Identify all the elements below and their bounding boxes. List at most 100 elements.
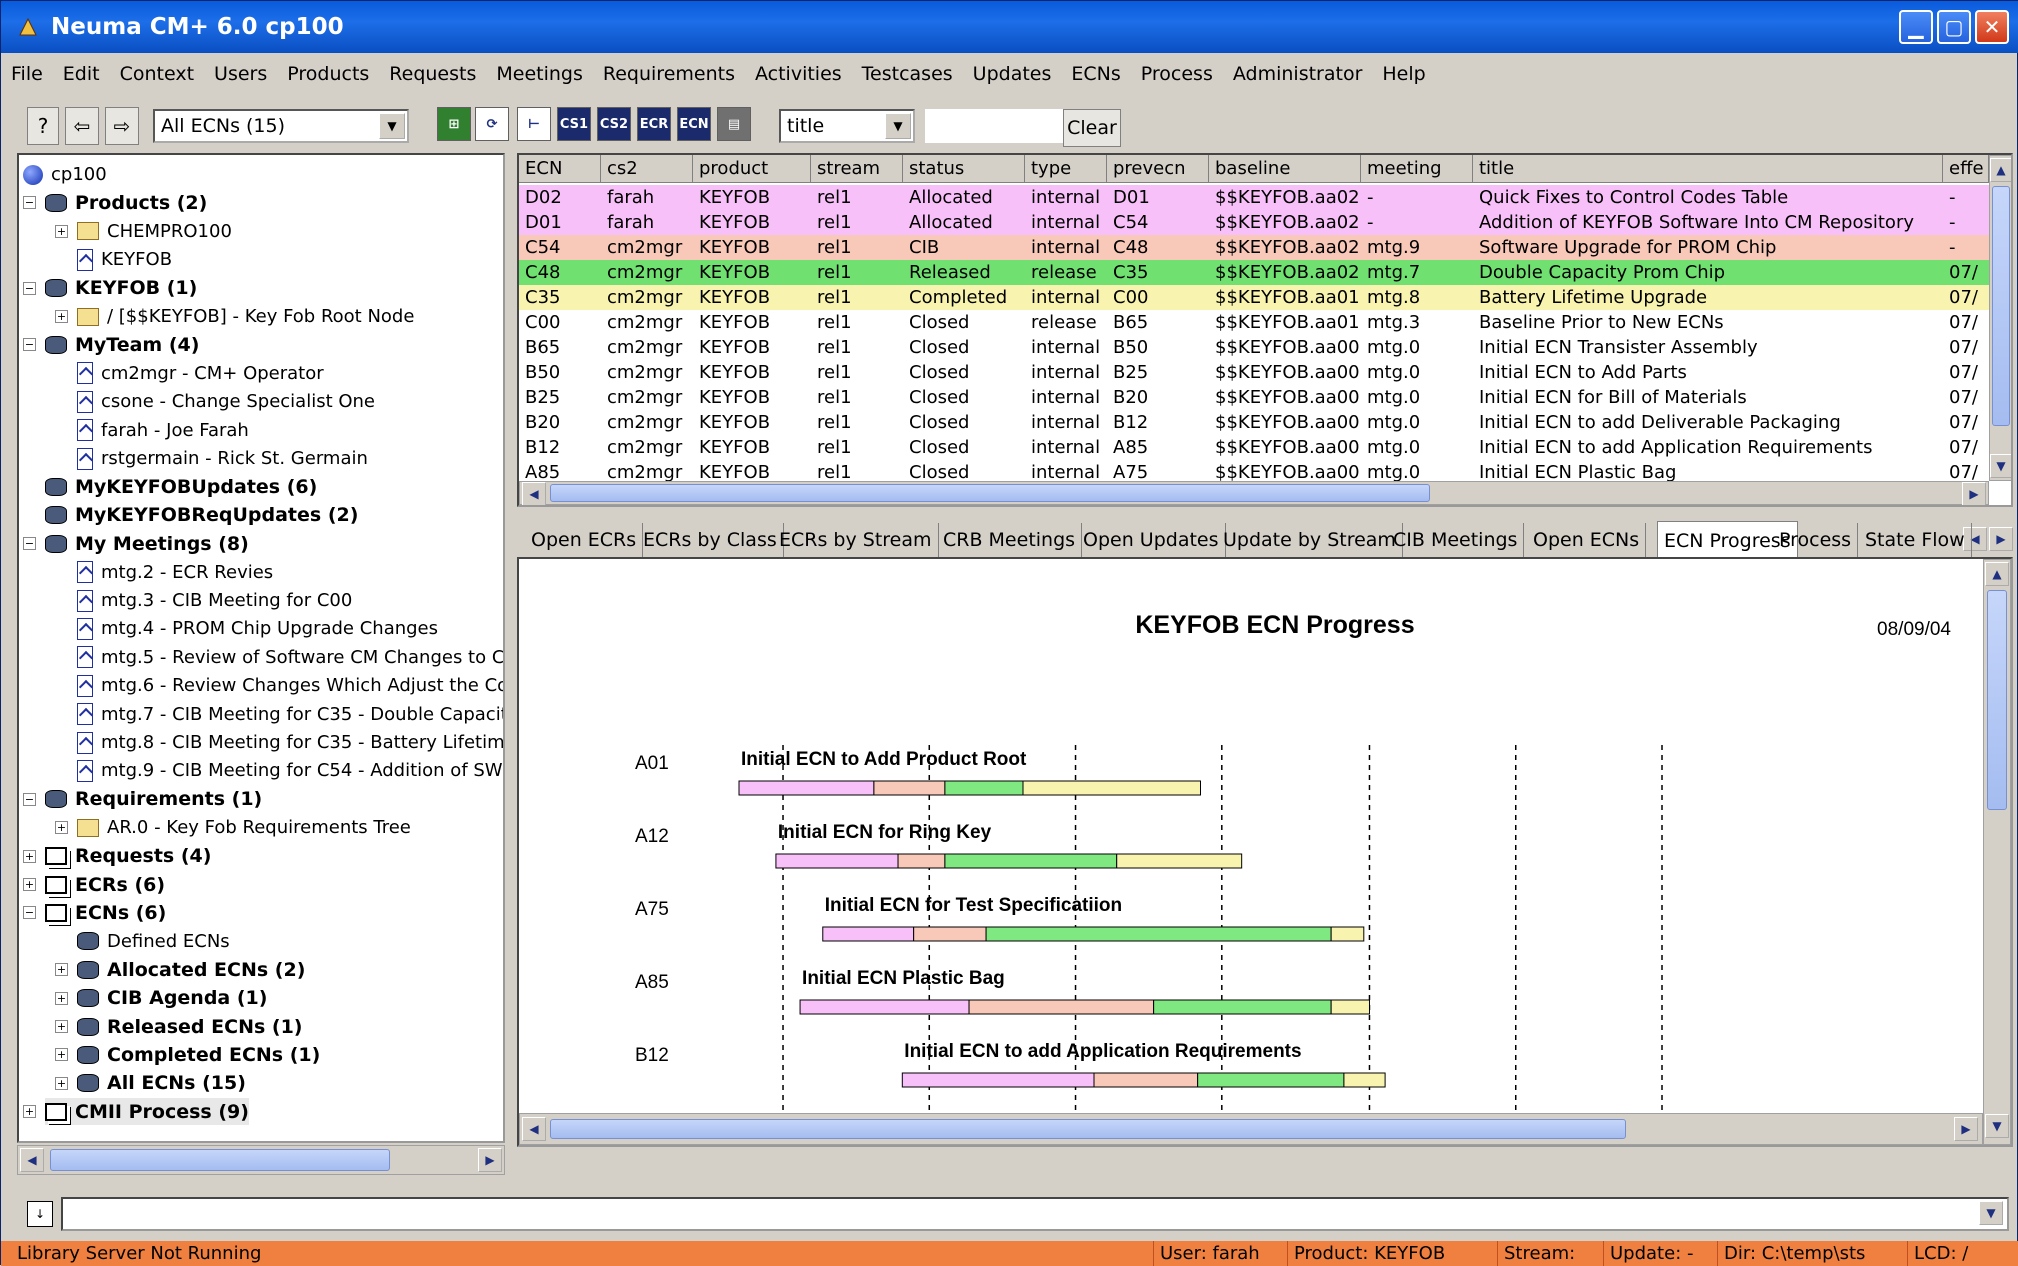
search-input[interactable] bbox=[925, 109, 1065, 143]
tree-item[interactable]: Products (2) bbox=[45, 189, 207, 216]
tree-item[interactable]: All ECNs (15) bbox=[77, 1070, 246, 1097]
column-header-stream[interactable]: stream bbox=[811, 155, 903, 183]
scroll-down-icon[interactable]: ▼ bbox=[1985, 1114, 2009, 1138]
scroll-right-icon[interactable]: ▶ bbox=[1962, 482, 1986, 505]
tab-update-by-stream[interactable]: Update by Stream bbox=[1217, 523, 1403, 557]
menu-item-process[interactable]: Process bbox=[1141, 63, 1213, 85]
tree-item[interactable]: CIB Agenda (1) bbox=[77, 985, 267, 1012]
clear-button[interactable]: Clear bbox=[1063, 109, 1121, 147]
tree-item[interactable]: mtg.7 - CIB Meeting for C35 - Double Cap… bbox=[77, 701, 503, 728]
table-row[interactable]: B20 cm2mgr KEYFOB rel1 Closed internal B12 $$KE… bbox=[519, 410, 1989, 435]
menu-item-users[interactable]: Users bbox=[214, 63, 267, 85]
help-button[interactable]: ? bbox=[27, 107, 59, 145]
tab-open-ecns[interactable]: Open ECNs bbox=[1527, 523, 1647, 557]
menu-item-ecns[interactable]: ECNs bbox=[1071, 63, 1120, 85]
tab-state-flow[interactable]: State Flow bbox=[1859, 523, 1972, 557]
tree-item[interactable]: ECNs (6) bbox=[45, 899, 166, 926]
scroll-left-icon[interactable]: ◀ bbox=[20, 1148, 44, 1172]
tree-item[interactable]: mtg.4 - PROM Chip Upgrade Changes bbox=[77, 615, 438, 642]
chart-vertical-scrollbar[interactable]: ▲ ▼ bbox=[1983, 559, 2011, 1145]
tree-item[interactable]: mtg.8 - CIB Meeting for C35 - Battery Li… bbox=[77, 729, 503, 756]
table-row[interactable]: C54 cm2mgr KEYFOB rel1 CIB internal C48 $$KEYFO… bbox=[519, 235, 1989, 260]
tree-item[interactable]: / [$$KEYFOB] - Key Fob Root Node bbox=[77, 303, 414, 330]
menu-item-testcases[interactable]: Testcases bbox=[862, 63, 953, 85]
maximize-button[interactable]: ▢ bbox=[1937, 10, 1971, 44]
navigation-tree[interactable]: cp100 − Products (2) + CHEMPRO100 KEYFOB − KEYF… bbox=[17, 153, 505, 1143]
chart-horizontal-scrollbar[interactable]: ◀ ▶ bbox=[519, 1113, 1983, 1145]
menu-item-meetings[interactable]: Meetings bbox=[496, 63, 583, 85]
chevron-down-icon[interactable]: ▼ bbox=[379, 113, 405, 139]
menu-item-requests[interactable]: Requests bbox=[389, 63, 476, 85]
tab-cib-meetings[interactable]: CIB Meetings bbox=[1387, 523, 1525, 557]
column-header-baseline[interactable]: baseline bbox=[1209, 155, 1361, 183]
tab-open-ecrs[interactable]: Open ECRs bbox=[525, 523, 644, 557]
scroll-thumb[interactable] bbox=[1992, 186, 2010, 426]
tab-scroll-right-icon[interactable]: ▶ bbox=[1989, 527, 2013, 551]
command-arrow-icon[interactable]: ↓ bbox=[27, 1201, 53, 1227]
collapse-icon[interactable]: − bbox=[23, 906, 36, 920]
table-row[interactable]: B12 cm2mgr KEYFOB rel1 Closed internal A85 $$KE… bbox=[519, 435, 1989, 460]
menu-item-edit[interactable]: Edit bbox=[63, 63, 100, 85]
column-header-title[interactable]: title bbox=[1473, 155, 1943, 183]
close-button[interactable]: ✕ bbox=[1975, 10, 2009, 44]
menu-item-file[interactable]: File bbox=[11, 63, 43, 85]
tree-item[interactable]: Completed ECNs (1) bbox=[77, 1041, 320, 1068]
table-row[interactable]: D01 farah KEYFOB rel1 Allocated internal C54 $$… bbox=[519, 210, 1989, 235]
tree-horizontal-scrollbar[interactable]: ◀ ▶ bbox=[17, 1145, 505, 1175]
tree-item[interactable]: csone - Change Specialist One bbox=[77, 388, 375, 415]
collapse-icon[interactable]: − bbox=[23, 537, 36, 551]
column-header-ecn[interactable]: ECN bbox=[519, 155, 601, 183]
expand-icon[interactable]: + bbox=[55, 1076, 68, 1090]
tree-item[interactable]: mtg.3 - CIB Meeting for C00 bbox=[77, 587, 352, 614]
tree-item[interactable]: rstgermain - Rick St. Germain bbox=[77, 445, 368, 472]
cs1-icon[interactable]: CS1 bbox=[557, 107, 591, 141]
scroll-left-icon[interactable]: ◀ bbox=[522, 482, 546, 505]
tree-item[interactable]: mtg.9 - CIB Meeting for C54 - Addition o… bbox=[77, 757, 503, 784]
table-row[interactable]: B25 cm2mgr KEYFOB rel1 Closed internal B20 $$KE… bbox=[519, 385, 1989, 410]
chevron-down-icon[interactable]: ▼ bbox=[1979, 1201, 2003, 1225]
command-input[interactable] bbox=[61, 1197, 2009, 1231]
expand-icon[interactable]: + bbox=[23, 878, 36, 891]
forward-button[interactable]: ⇨ bbox=[105, 107, 139, 145]
scroll-thumb[interactable] bbox=[550, 1119, 1626, 1139]
expand-icon[interactable]: + bbox=[55, 821, 68, 835]
ecn-icon[interactable]: ECN bbox=[677, 107, 711, 141]
collapse-icon[interactable]: − bbox=[23, 281, 36, 295]
table-row[interactable]: C48 cm2mgr KEYFOB rel1 Released release C35 $$K… bbox=[519, 260, 1989, 285]
table-row[interactable]: C35 cm2mgr KEYFOB rel1 Completed internal C00 $… bbox=[519, 285, 1989, 310]
scroll-right-icon[interactable]: ▶ bbox=[1954, 1117, 1978, 1141]
column-header-type[interactable]: type bbox=[1025, 155, 1107, 183]
tree-item[interactable]: Defined ECNs bbox=[77, 928, 230, 955]
ecr-icon[interactable]: ECR bbox=[637, 107, 671, 141]
cs2-icon[interactable]: CS2 bbox=[597, 107, 631, 141]
tab-process[interactable]: Process bbox=[1773, 523, 1859, 557]
column-header-status[interactable]: status bbox=[903, 155, 1025, 183]
menu-item-help[interactable]: Help bbox=[1382, 63, 1425, 85]
expand-icon[interactable]: + bbox=[55, 963, 68, 977]
tree-item[interactable]: Allocated ECNs (2) bbox=[77, 956, 305, 983]
title-bar[interactable]: Neuma CM+ 6.0 cp100 ▁ ▢ ✕ bbox=[1, 1, 2018, 53]
tree-item[interactable]: KEYFOB (1) bbox=[45, 275, 197, 302]
tree-item[interactable]: mtg.6 - Review Changes Which Adjust the … bbox=[77, 672, 503, 699]
menu-item-context[interactable]: Context bbox=[120, 63, 194, 85]
tab-crb-meetings[interactable]: CRB Meetings bbox=[937, 523, 1083, 557]
menu-item-products[interactable]: Products bbox=[287, 63, 369, 85]
scroll-thumb[interactable] bbox=[1987, 590, 2007, 810]
table-row[interactable]: B50 cm2mgr KEYFOB rel1 Closed internal B25 $$KE… bbox=[519, 360, 1989, 385]
scroll-left-icon[interactable]: ◀ bbox=[522, 1117, 546, 1141]
column-header-cs2[interactable]: cs2 bbox=[601, 155, 693, 183]
scroll-down-icon[interactable]: ▼ bbox=[1990, 454, 2011, 478]
tree-item[interactable]: farah - Joe Farah bbox=[77, 417, 249, 444]
tab-ecrs-by-class[interactable]: ECRs by Class bbox=[637, 523, 784, 557]
expand-icon[interactable]: + bbox=[55, 1020, 68, 1033]
tree-item[interactable]: ECRs (6) bbox=[45, 871, 165, 898]
field-select[interactable]: title ▼ bbox=[779, 109, 915, 143]
column-header-meeting[interactable]: meeting bbox=[1361, 155, 1473, 183]
expand-icon[interactable]: + bbox=[55, 1048, 68, 1062]
table-row[interactable]: D02 farah KEYFOB rel1 Allocated internal D01 $$… bbox=[519, 185, 1989, 210]
refresh-db-icon[interactable]: ⊞ bbox=[437, 107, 471, 141]
scroll-thumb[interactable] bbox=[550, 484, 1430, 502]
tree-item[interactable]: mtg.5 - Review of Software CM Changes to… bbox=[77, 644, 503, 671]
tree-item[interactable]: MyKEYFOBReqUpdates (2) bbox=[45, 502, 358, 529]
menu-item-updates[interactable]: Updates bbox=[973, 63, 1052, 85]
